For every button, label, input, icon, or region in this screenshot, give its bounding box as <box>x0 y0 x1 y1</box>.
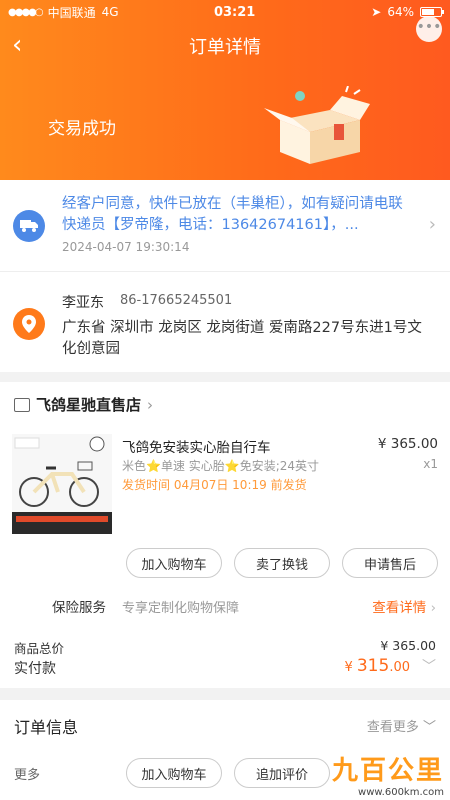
ship-deadline: 发货时间 04月07日 10:19 前发货 <box>122 478 307 492</box>
shop-card: 飞鸽星驰直售店 › 飞鸽免安装实心胎自行车 米色⭐单速 实心胎⭐免安装;24英寸… <box>0 382 450 688</box>
shop-header[interactable]: 飞鸽星驰直售店 › <box>14 394 153 415</box>
back-icon[interactable]: ‹ <box>12 30 22 60</box>
paid-decimal: .00 <box>389 660 410 675</box>
location-arrow-icon: ➤ <box>371 5 382 19</box>
insurance-desc: 专享定制化购物保障 <box>122 601 240 616</box>
chevron-down-icon[interactable]: ﹀ <box>422 656 436 676</box>
address-card: 李亚东 86-17665245501 广东省 深圳市 龙岗区 龙岗街道 爱南路2… <box>0 272 450 372</box>
product-image[interactable] <box>12 434 112 534</box>
network-label: 4G <box>101 5 119 19</box>
carrier-label: 中国联通 <box>47 5 96 20</box>
product-price: ¥ 365.00 <box>377 436 438 452</box>
more-menu-button[interactable]: ••• <box>416 16 442 42</box>
footer-add-to-cart-button[interactable]: 加入购物车 <box>126 758 222 788</box>
watermark-text: 九百公里 <box>331 756 444 786</box>
recipient-phone: 86-17665245501 <box>120 293 233 308</box>
header: ●●●●○ 中国联通 4G 03:21 ➤ 64% ‹ 订单详情 ••• 交易成… <box>0 0 450 180</box>
battery-percent: 64% <box>387 5 414 19</box>
chevron-down-icon: ﹀ <box>422 720 436 735</box>
resell-button[interactable]: 卖了换钱 <box>234 548 330 578</box>
location-pin-icon <box>13 308 45 340</box>
recipient-name: 李亚东 <box>62 295 104 311</box>
store-icon <box>14 397 30 412</box>
watermark-url: www.600km.com <box>358 787 444 798</box>
paid-amount: ¥ 315.00 <box>344 656 410 676</box>
truck-icon <box>13 210 45 242</box>
shop-name: 飞鸽星驰直售店 <box>36 396 142 414</box>
page-title: 订单详情 <box>189 37 261 58</box>
watermark-logo: 九百公里 www.600km.com <box>314 750 444 798</box>
chevron-right-icon: › <box>426 600 436 616</box>
product-title[interactable]: 飞鸽免安装实心胎自行车 <box>122 436 271 456</box>
insurance-details-link[interactable]: 查看详情 › <box>372 596 436 616</box>
product-spec: 米色⭐单速 实心胎⭐免安装;24英寸 <box>122 459 320 473</box>
nav-bar: ‹ 订单详情 ••• <box>0 16 450 68</box>
chevron-right-icon: › <box>428 214 436 235</box>
chevron-right-icon: › <box>147 395 154 414</box>
logistics-latest: 经客户同意，快件已放在（丰巢柜），如有疑问请电联快递员【罗帝隆，电话：13642… <box>62 196 403 233</box>
order-info-title: 订单信息 <box>14 718 79 737</box>
package-illustration <box>264 86 370 164</box>
logistics-card[interactable]: 经客户同意，快件已放在（丰巢柜），如有疑问请电联快递员【罗帝隆，电话：13642… <box>0 180 450 272</box>
status-bar: ●●●●○ 中国联通 4G 03:21 ➤ 64% <box>0 0 450 24</box>
view-more-text: 查看更多 <box>366 720 419 735</box>
insurance-label: 保险服务 <box>52 600 106 616</box>
clock: 03:21 <box>213 4 256 20</box>
footer-more-link[interactable]: 更多 <box>14 764 40 783</box>
add-to-cart-button[interactable]: 加入购物车 <box>126 548 222 578</box>
recipient-address: 广东省 深圳市 龙岗区 龙岗街道 爱南路227号东进1号文化创意园 <box>62 320 422 357</box>
logistics-time: 2024-04-07 19:30:14 <box>62 240 190 254</box>
paid-label: 实付款 <box>14 661 56 677</box>
total-label: 商品总价 <box>14 641 65 656</box>
currency-symbol: ¥ <box>344 660 357 675</box>
paid-integer: 315 <box>356 656 390 676</box>
total-value: ¥ 365.00 <box>380 638 436 653</box>
product-quantity: x1 <box>423 457 438 471</box>
order-status: 交易成功 <box>48 119 116 139</box>
insurance-link-text: 查看详情 <box>372 600 427 616</box>
signal-icon: ●●●●○ <box>8 6 44 18</box>
view-more-link[interactable]: 查看更多 ﹀ <box>367 716 436 735</box>
after-sales-button[interactable]: 申请售后 <box>342 548 438 578</box>
